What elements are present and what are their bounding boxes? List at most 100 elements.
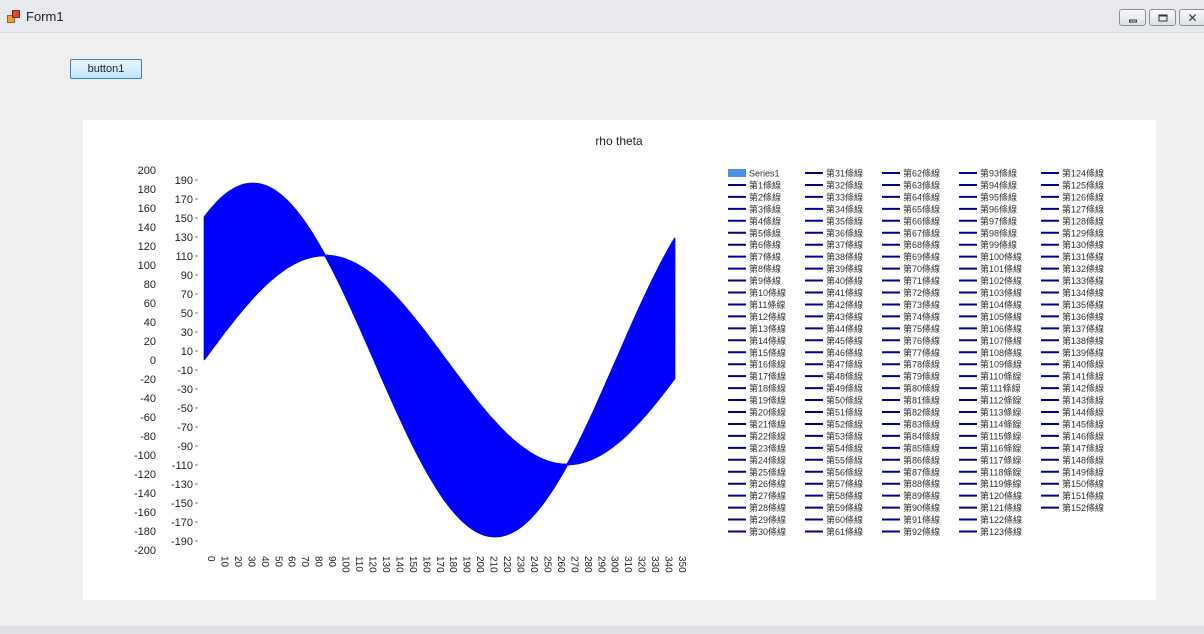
x-tick-label: 140 <box>393 556 404 573</box>
legend-entry-label: 第66條線 <box>903 215 940 226</box>
legend-entry-label: 第16條線 <box>749 359 786 370</box>
legend-entry-label: 第24條線 <box>749 454 786 465</box>
y-inner-tick-label: -130 <box>171 479 193 491</box>
x-tick-label: 60 <box>286 556 297 568</box>
y-inner-tick-label: 150 <box>175 213 193 225</box>
legend-entry-label: 第13條線 <box>749 323 786 334</box>
legend-entry-label: 第41條線 <box>826 287 863 298</box>
y-outer-tick-label: -40 <box>140 393 156 405</box>
legend-entry-label: 第51條線 <box>826 407 863 418</box>
legend-entry-label: 第4條線 <box>749 215 781 226</box>
y-inner-tick-label: 50 <box>181 308 193 320</box>
x-tick-label: 310 <box>622 556 633 573</box>
legend-entry-label: 第116條線 <box>980 442 1021 453</box>
x-tick-label: 250 <box>541 556 552 573</box>
legend-entry-label: 第76條線 <box>903 335 940 346</box>
legend-entry-label: 第150條線 <box>1062 478 1104 489</box>
x-tick-label: 290 <box>595 556 606 573</box>
legend-entry-label: 第138條線 <box>1062 335 1104 346</box>
legend-entry-label: 第14條線 <box>749 335 786 346</box>
x-tick-label: 220 <box>501 556 512 573</box>
legend-entry-label: 第8條線 <box>749 263 781 274</box>
y-inner-tick-label: 130 <box>175 232 193 244</box>
x-tick-label: 280 <box>582 556 593 573</box>
legend-entry-label: 第60條線 <box>826 514 863 525</box>
legend-entry-label: 第87條線 <box>903 466 940 477</box>
legend-entry-label: Series1 <box>749 169 780 179</box>
y-outer-tick-label: 0 <box>150 355 156 367</box>
legend-entry-label: 第126條線 <box>1062 191 1104 202</box>
legend-entry-label: 第125條線 <box>1062 179 1104 190</box>
legend-entry-label: 第141條線 <box>1062 371 1104 382</box>
legend-entry-label: 第139條線 <box>1062 347 1104 358</box>
x-tick-label: 200 <box>474 556 485 573</box>
legend-entry-label: 第113條線 <box>980 407 1021 418</box>
legend-entry-label: 第118條線 <box>980 466 1021 477</box>
maximize-button[interactable] <box>1149 9 1176 26</box>
legend-entry-label: 第149條線 <box>1062 466 1104 477</box>
legend-entry-label: 第19條線 <box>749 395 786 406</box>
legend-entry-label: 第54條線 <box>826 442 863 453</box>
legend-entry-label: 第37條線 <box>826 239 863 250</box>
chart-legend: Series1第1條線第2條線第3條線第4條線第5條線第6條線第7條線第8條線第… <box>728 168 1104 537</box>
y-outer-tick-label: -160 <box>134 507 156 519</box>
legend-entry-label: 第101條線 <box>980 263 1022 274</box>
close-icon: ✕ <box>1187 10 1198 25</box>
x-tick-label: 90 <box>326 556 337 568</box>
legend-entry-label: 第71條線 <box>903 275 940 286</box>
legend-entry-label: 第77條線 <box>903 347 940 358</box>
x-tick-label: 20 <box>232 556 243 568</box>
button1[interactable]: button1 <box>70 59 142 79</box>
legend-entry-label: 第58條線 <box>826 490 863 501</box>
legend-entry-label: 第35條線 <box>826 215 863 226</box>
legend-entry-label: 第27條線 <box>749 490 786 501</box>
maximize-icon <box>1158 14 1167 21</box>
legend-entry-label: 第82條線 <box>903 407 940 418</box>
legend-entry-label: 第88條線 <box>903 478 940 489</box>
app-icon[interactable] <box>7 10 20 23</box>
title-bar[interactable]: Form1 ✕ <box>0 0 1204 33</box>
legend-entry-label: 第39條線 <box>826 263 863 274</box>
legend-entry-label: 第42條線 <box>826 299 863 310</box>
minimize-button[interactable] <box>1119 9 1146 26</box>
x-tick-label: 40 <box>259 556 270 568</box>
x-tick-label: 100 <box>340 556 351 573</box>
x-tick-label: 330 <box>649 556 660 573</box>
x-tick-label: 70 <box>299 556 310 568</box>
legend-entry-label: 第98條線 <box>980 227 1017 238</box>
chart-title: rho theta <box>595 134 643 148</box>
legend-entry-label: 第112條線 <box>980 395 1021 406</box>
legend-entry-label: 第107條線 <box>980 335 1022 346</box>
legend-entry-label: 第61條線 <box>826 526 863 537</box>
legend-entry-label: 第72條線 <box>903 287 940 298</box>
legend-entry-label: 第34條線 <box>826 203 863 214</box>
legend-entry-label: 第31條線 <box>826 168 863 179</box>
y-outer-tick-label: 60 <box>144 298 156 310</box>
legend-entry-label: 第17條線 <box>749 371 786 382</box>
legend-entry-label: 第5條線 <box>749 227 781 238</box>
chart-control: rho theta 200 180 160 140 120 100 80 60 40 20 0 -20… <box>83 120 1156 600</box>
legend-entry-label: 第25條線 <box>749 466 786 477</box>
legend-entry-label: 第83條線 <box>903 418 940 429</box>
legend-entry-label: 第128條線 <box>1062 215 1104 226</box>
x-tick-label: 160 <box>420 556 431 573</box>
legend-entry-label: 第105條線 <box>980 311 1022 322</box>
window-bottom-border <box>0 626 1204 634</box>
close-button[interactable]: ✕ <box>1179 9 1204 26</box>
legend-entry-label: 第102條線 <box>980 275 1022 286</box>
legend-entry-label: 第36條線 <box>826 227 863 238</box>
legend-entry-label: 第92條線 <box>903 526 940 537</box>
legend-entry-label: 第95條線 <box>980 191 1017 202</box>
legend-entry-label: 第40條線 <box>826 275 863 286</box>
legend-entry-label: 第94條線 <box>980 179 1017 190</box>
legend-entry-label: 第22條線 <box>749 430 786 441</box>
legend-entry-label: 第136條線 <box>1062 311 1104 322</box>
legend-entry-label: 第69條線 <box>903 251 940 262</box>
x-axis: 0 10 20 30 40 50 60 70 80 90 100 110 120 130 140 150 160… <box>205 556 687 573</box>
x-tick-label: 10 <box>218 556 229 568</box>
legend-entry-label: 第74條線 <box>903 311 940 322</box>
legend-entry-label: 第152條線 <box>1062 502 1104 513</box>
y-outer-tick-label: 120 <box>138 241 156 253</box>
legend-entry-label: 第144條線 <box>1062 407 1104 418</box>
legend-entry-label: 第45條線 <box>826 335 863 346</box>
